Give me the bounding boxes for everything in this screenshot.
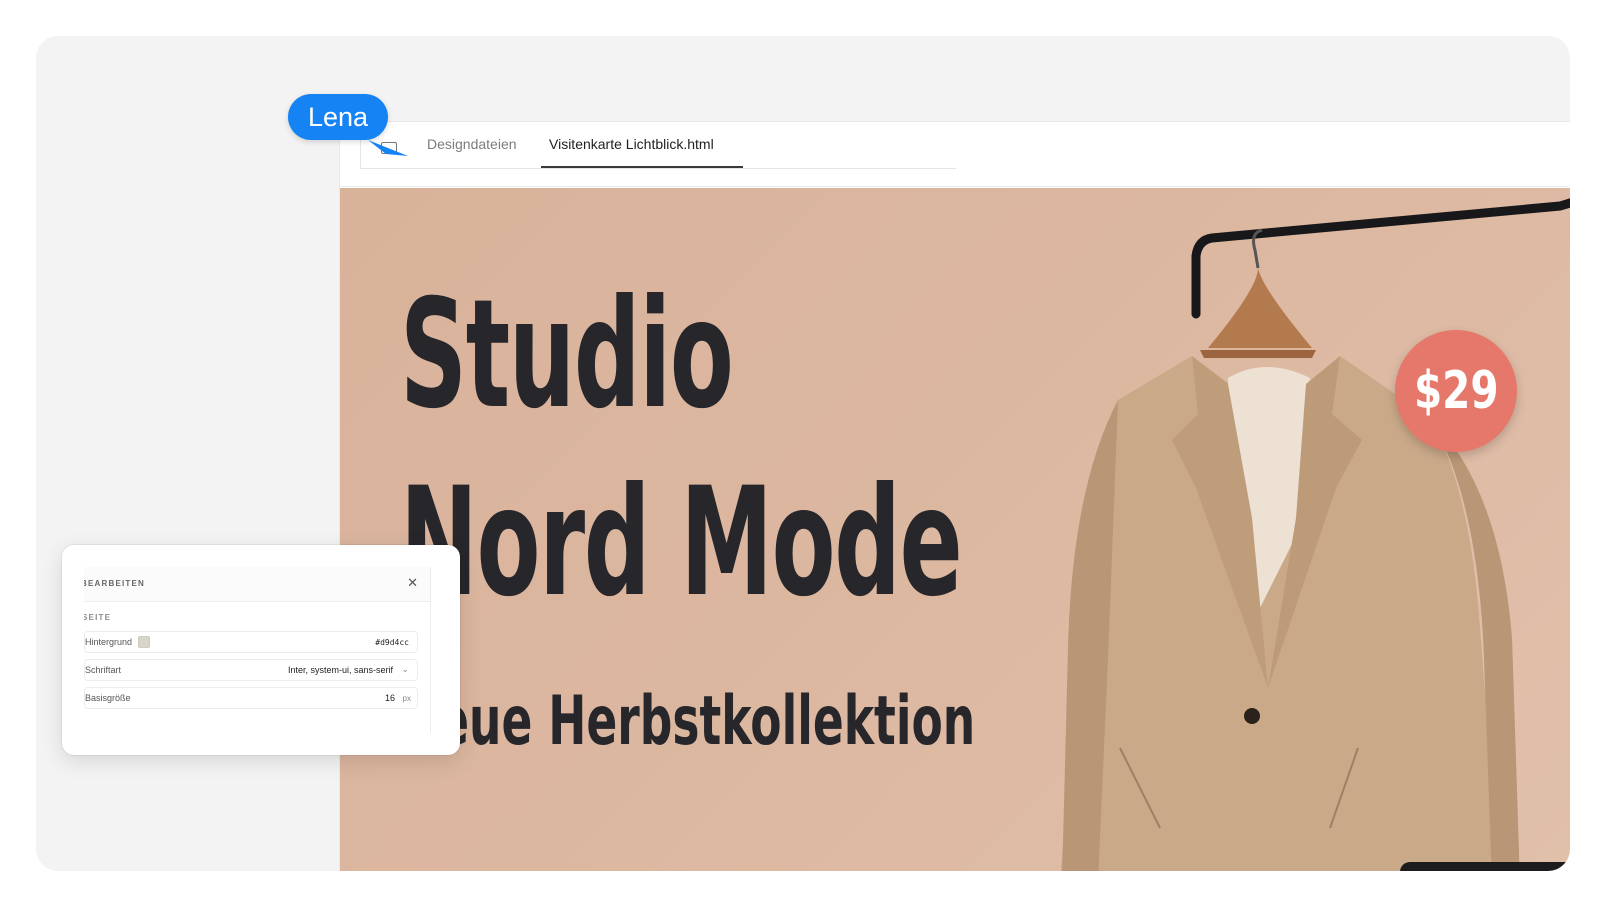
background-color-value[interactable]: #d9d4cc (375, 638, 409, 647)
properties-panel-body: BEARBEITEN ✕ SEITE Hintergrund #d9d4cc S… (84, 567, 431, 733)
color-swatch[interactable] (138, 636, 150, 648)
tab-bar: Designdateien Visitenkarte Lichtblick.ht… (340, 122, 1570, 187)
collaborator-cursor-icon (368, 140, 408, 156)
properties-panel-header: BEARBEITEN ✕ (84, 567, 430, 602)
price-badge[interactable]: $29 (1395, 330, 1517, 452)
active-tab-indicator (541, 166, 743, 168)
font-select-value[interactable]: Inter, system-ui, sans-serif (288, 665, 393, 675)
editor-window: Designdateien Visitenkarte Lichtblick.ht… (340, 122, 1570, 871)
prop-row-font[interactable]: Schriftart Inter, system-ui, sans-serif … (84, 659, 418, 681)
tab-designdateien[interactable]: Designdateien (427, 136, 517, 152)
properties-panel-title: BEARBEITEN (84, 579, 146, 588)
prop-label-base-size: Basisgröße (85, 693, 131, 703)
unit-label: px (402, 694, 411, 703)
prop-row-base-size[interactable]: Basisgröße 16 px (84, 687, 418, 709)
prop-row-background[interactable]: Hintergrund #d9d4cc (84, 631, 418, 653)
design-canvas[interactable]: Studio Nord Mode Neue Herbstkollektion $… (340, 188, 1570, 871)
base-size-input[interactable]: 16 (385, 693, 395, 703)
toolbar-edge (1400, 862, 1570, 871)
close-icon[interactable]: ✕ (407, 575, 418, 591)
app-stage: Designdateien Visitenkarte Lichtblick.ht… (36, 36, 1570, 871)
properties-panel: BEARBEITEN ✕ SEITE Hintergrund #d9d4cc S… (62, 545, 460, 755)
subline[interactable]: Neue Herbstkollektion (400, 688, 975, 756)
headline-line-1[interactable]: Studio (400, 280, 734, 430)
properties-section-title: SEITE (84, 613, 112, 622)
coat-on-hanger-image[interactable] (1000, 188, 1570, 871)
prop-label-font: Schriftart (85, 665, 122, 675)
tab-visitenkarte[interactable]: Visitenkarte Lichtblick.html (549, 136, 714, 152)
prop-label-background: Hintergrund (85, 637, 133, 647)
price-text: $29 (1413, 361, 1499, 421)
headline-line-2[interactable]: Nord Mode (400, 468, 963, 618)
chevron-down-icon[interactable]: ⌄ (401, 664, 409, 675)
tab-strip: Designdateien Visitenkarte Lichtblick.ht… (360, 122, 956, 169)
